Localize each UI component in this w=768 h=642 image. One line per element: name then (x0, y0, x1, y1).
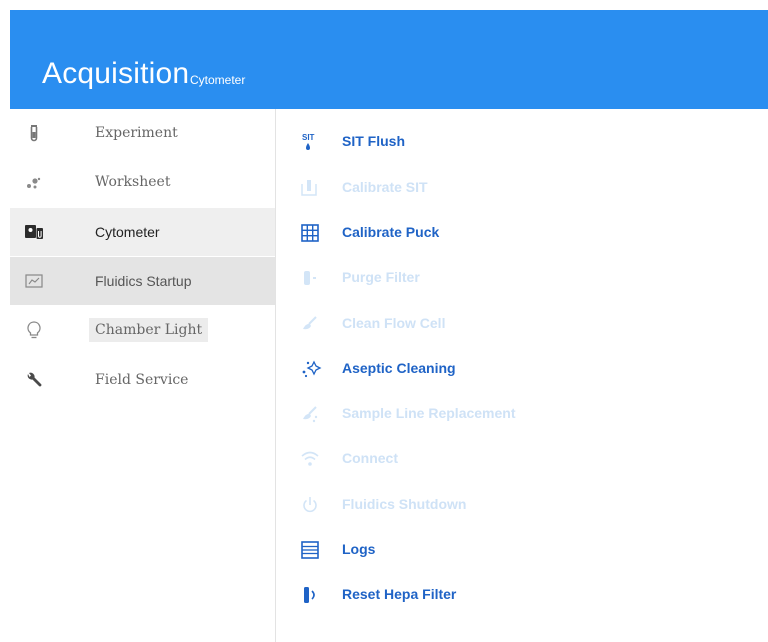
logs-icon (301, 541, 319, 559)
sidebar-item-experiment[interactable]: Experiment (10, 109, 275, 157)
action-label: Sample Line Replacement (342, 405, 516, 421)
wifi-icon (301, 451, 319, 466)
action-label: Purge Filter (342, 269, 420, 285)
chart-icon (25, 274, 43, 288)
brush-drops-icon (303, 406, 318, 423)
test-tube-icon (30, 125, 38, 142)
power-icon (303, 497, 317, 513)
action-label: Fluidics Shutdown (342, 496, 467, 512)
action-label: Aseptic Cleaning (342, 360, 456, 376)
app-header: Acquisition Cytometer (10, 10, 768, 109)
sidebar-item-worksheet[interactable]: Worksheet (10, 158, 275, 206)
hepa-filter-icon (304, 587, 315, 603)
sidebar-item-label: Field Service (95, 372, 189, 388)
sidebar-item-chamber-light[interactable]: Chamber Light (10, 306, 275, 354)
panel-divider (275, 109, 276, 642)
sidebar-item-label: Chamber Light (89, 318, 209, 342)
sidebar-item-fluidics-startup[interactable]: Fluidics Startup (10, 257, 275, 305)
page-title: Acquisition (42, 57, 190, 90)
dots-icon (27, 177, 41, 189)
sidebar: Experiment Worksheet Cytometer Fluidics … (10, 109, 275, 642)
action-label: Clean Flow Cell (342, 315, 446, 331)
svg-text:SIT: SIT (302, 133, 315, 142)
sidebar-item-label: Experiment (95, 125, 178, 141)
action-label: Reset Hepa Filter (342, 586, 457, 602)
sidebar-item-label: Cytometer (95, 224, 160, 240)
action-label: Calibrate SIT (342, 179, 428, 195)
sidebar-item-cytometer[interactable]: Cytometer (10, 208, 275, 256)
sidebar-item-label: Fluidics Startup (95, 273, 192, 289)
action-label: Logs (342, 541, 376, 557)
calibrate-sit-icon (301, 180, 317, 196)
purge-filter-icon (304, 271, 316, 285)
sparkle-icon (302, 360, 322, 378)
sit-flush-icon: SIT (302, 133, 315, 150)
action-label: SIT Flush (342, 133, 405, 149)
page-subtitle: Cytometer (190, 73, 246, 87)
grid-icon (301, 224, 319, 242)
sidebar-item-label: Worksheet (95, 174, 171, 190)
sidebar-item-field-service[interactable]: Field Service (10, 356, 275, 404)
lightbulb-icon (27, 321, 41, 339)
brush-icon (303, 316, 317, 330)
wrench-icon (27, 372, 42, 387)
cytometer-icon (25, 225, 43, 239)
action-label: Calibrate Puck (342, 224, 440, 240)
action-label: Connect (342, 450, 398, 466)
